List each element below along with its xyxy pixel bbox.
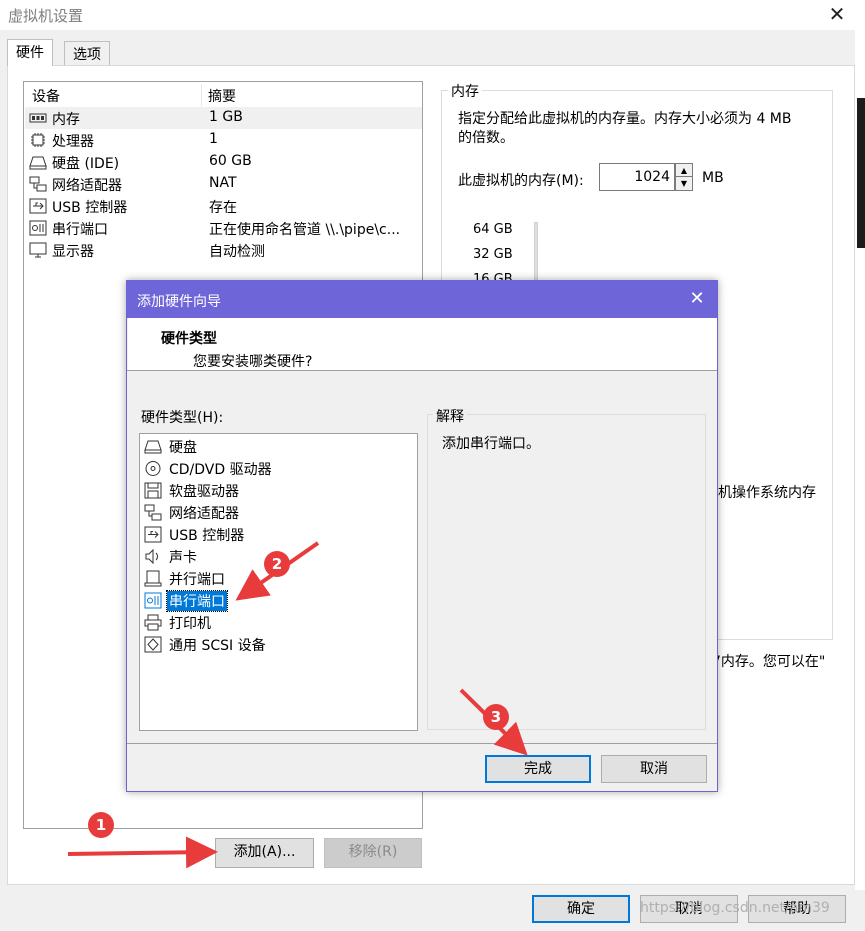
annotation-badge-2: 2	[264, 551, 290, 577]
annotation-badge-1: 1	[88, 812, 114, 838]
arrow-1	[67, 836, 218, 869]
watermark: https://blog.csdn.net/am39	[640, 900, 830, 916]
annotation-badge-3: 3	[483, 704, 509, 730]
annotation-arrows	[67, 541, 528, 869]
